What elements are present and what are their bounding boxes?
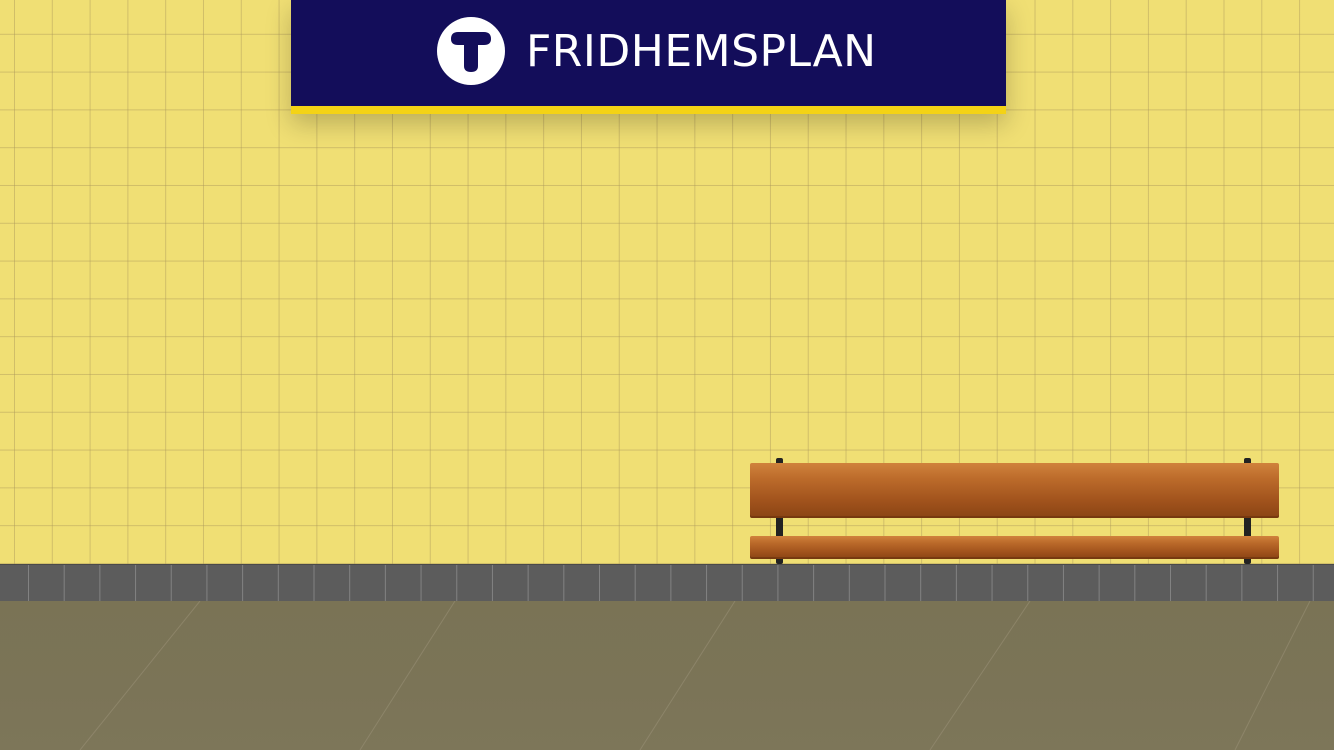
station-sign: FRIDHEMSPLAN [291,0,1006,114]
tunnelbana-t-icon [437,17,505,85]
floor-joint-lines [79,601,1311,750]
platform-floor [0,601,1334,750]
platform-edge-tiles [0,564,1334,602]
subway-platform-scene: FRIDHEMSPLAN [0,0,1334,750]
station-name: FRIDHEMSPLAN [526,26,877,77]
bench-seat [750,536,1279,559]
bench-backrest [750,463,1279,518]
